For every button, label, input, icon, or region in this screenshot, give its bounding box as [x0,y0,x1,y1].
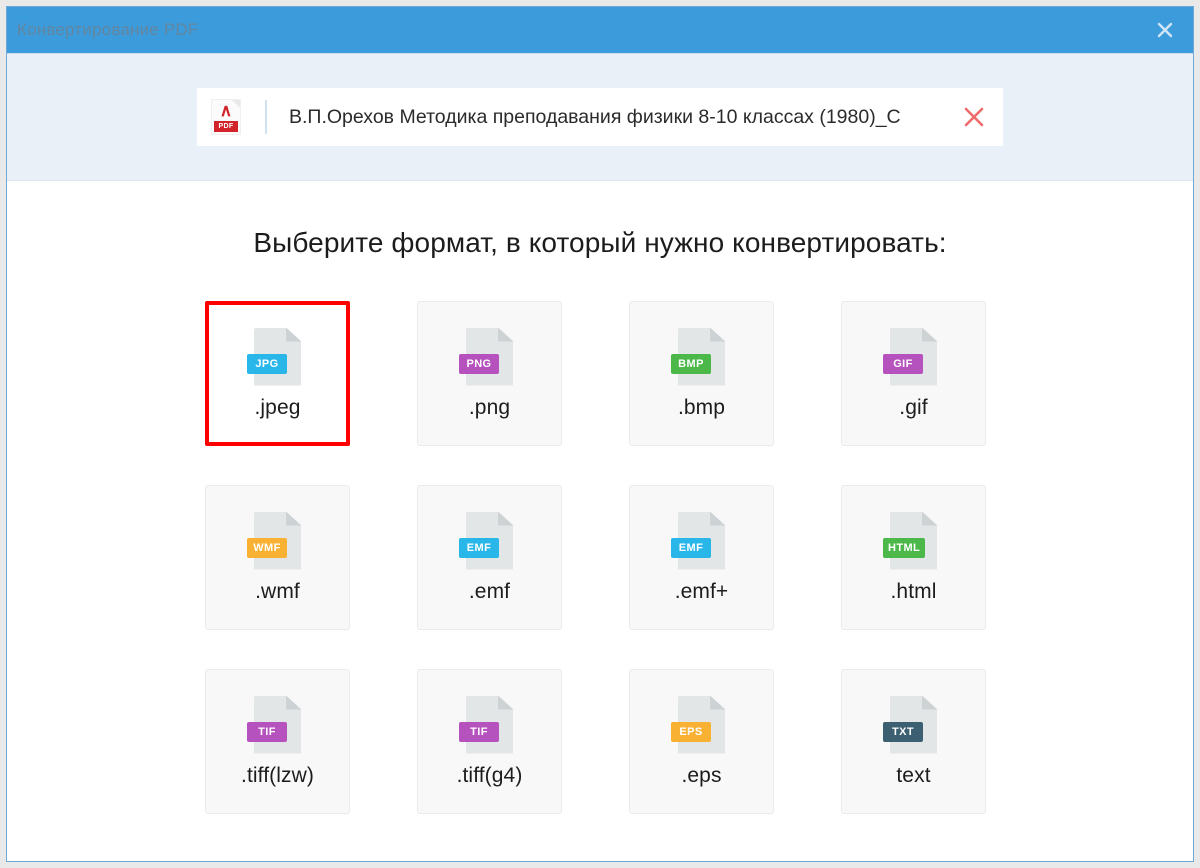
format-badge: EMF [459,537,499,558]
format-label: .eps [681,763,722,787]
format-badge: TXT [883,721,923,742]
dialog-titlebar: Конвертирование PDF [7,7,1193,53]
pdf-converter-dialog: Конвертирование PDF ∧ PDF В.П.Орехов Мет… [6,6,1194,862]
format-tile-bmp[interactable]: BMP .bmp [629,301,774,446]
file-type-icon: TXT [883,695,937,756]
format-tile-tiff-lzw[interactable]: TIF .tiff(lzw) [205,669,350,814]
format-badge: EMF [671,537,711,558]
format-tile-jpeg[interactable]: JPG .jpeg [205,301,350,446]
close-icon [1157,22,1173,38]
format-badge: HTML [883,537,926,558]
format-badge: TIF [247,721,287,742]
pdf-file-icon: ∧ PDF [211,99,241,135]
file-type-icon: TIF [459,695,513,756]
format-label: .tiff(lzw) [241,763,314,787]
file-type-icon: EMF [671,511,725,572]
file-type-icon: HTML [883,511,937,572]
format-label: .gif [899,395,928,419]
dialog-content: Выберите формат, в который нужно конверт… [7,181,1193,861]
pdf-badge-label: PDF [214,121,238,132]
format-badge: PNG [459,353,499,374]
close-icon [964,107,984,127]
format-label: .emf [468,579,511,603]
file-type-icon: GIF [883,327,937,388]
format-label: text [896,763,931,787]
format-badge: TIF [459,721,499,742]
file-type-icon: EPS [671,695,725,756]
format-grid: JPG .jpeg PNG .png BMP .bmp GIF .gif WMF .wmf EMF.… [205,301,995,814]
format-label: .png [468,395,511,419]
format-label: .html [890,579,937,603]
format-tile-html[interactable]: HTML .html [841,485,986,630]
format-label: .emf+ [674,579,729,603]
format-label: .tiff(g4) [456,763,523,787]
acrobat-glyph: ∧ [219,101,233,120]
file-type-icon: WMF [247,511,301,572]
file-card-divider [265,100,267,134]
selected-file-strip: ∧ PDF В.П.Орехов Методика преподавания ф… [7,53,1193,181]
format-badge: WMF [247,537,287,558]
format-tile-wmf[interactable]: WMF .wmf [205,485,350,630]
page-title: Выберите формат, в который нужно конверт… [253,227,947,258]
close-window-button[interactable] [1137,7,1193,53]
format-tile-tiff-g4[interactable]: TIF .tiff(g4) [417,669,562,814]
file-name-label: В.П.Орехов Методика преподавания физики … [289,105,901,128]
format-badge: BMP [671,353,711,374]
format-tile-emf[interactable]: EMF .emf [417,485,562,630]
file-type-icon: JPG [247,327,301,388]
format-label: .jpeg [254,395,301,419]
format-tile-gif[interactable]: GIF .gif [841,301,986,446]
file-card: ∧ PDF В.П.Орехов Методика преподавания ф… [197,88,1003,146]
format-tile-eps[interactable]: EPS .eps [629,669,774,814]
format-badge: EPS [671,721,711,742]
remove-file-button[interactable] [951,94,997,140]
file-type-icon: BMP [671,327,725,388]
dialog-title: Конвертирование PDF [17,20,199,39]
format-badge: GIF [883,353,923,374]
format-tile-png[interactable]: PNG .png [417,301,562,446]
file-type-icon: TIF [247,695,301,756]
format-label: .bmp [677,395,726,419]
file-type-icon: EMF [459,511,513,572]
format-tile-text[interactable]: TXT text [841,669,986,814]
format-label: .wmf [255,579,300,603]
format-tile-emf+[interactable]: EMF .emf+ [629,485,774,630]
file-type-icon: PNG [459,327,513,388]
format-badge: JPG [247,353,287,374]
